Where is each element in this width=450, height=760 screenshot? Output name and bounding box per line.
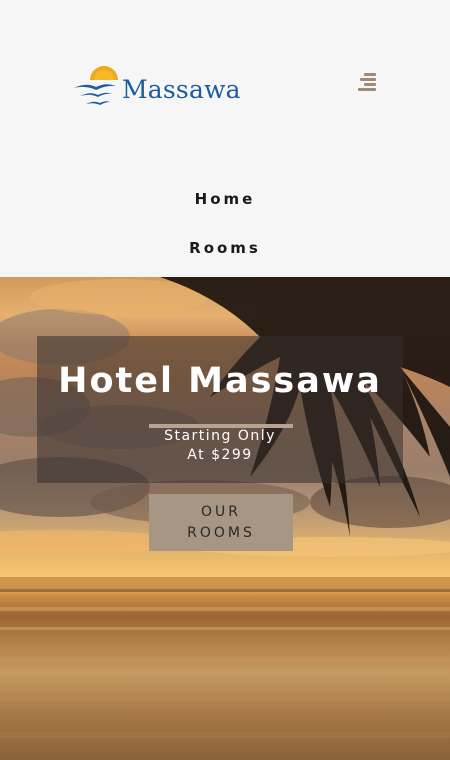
- our-rooms-button-line-2: ROOMS: [187, 525, 255, 541]
- nav-link-rooms[interactable]: Rooms: [0, 239, 450, 257]
- hero-subtitle: Starting Only At $299: [37, 427, 403, 465]
- site-header: Massawa Home Rooms: [0, 0, 450, 277]
- site-logo[interactable]: Massawa: [72, 58, 242, 110]
- hero-section: Hotel Massawa Starting Only At $299 OUR …: [0, 277, 450, 760]
- hamburger-menu-icon[interactable]: [356, 72, 376, 92]
- our-rooms-button[interactable]: OUR ROOMS: [149, 494, 293, 551]
- hero-subtitle-line-1: Starting Only: [164, 428, 276, 444]
- nav-link-home[interactable]: Home: [0, 190, 450, 208]
- hero-title: Hotel Massawa: [58, 361, 382, 401]
- our-rooms-button-line-1: OUR: [201, 504, 241, 520]
- hero-subtitle-line-2: At $299: [187, 447, 253, 463]
- logo-text: Massawa: [122, 75, 241, 104]
